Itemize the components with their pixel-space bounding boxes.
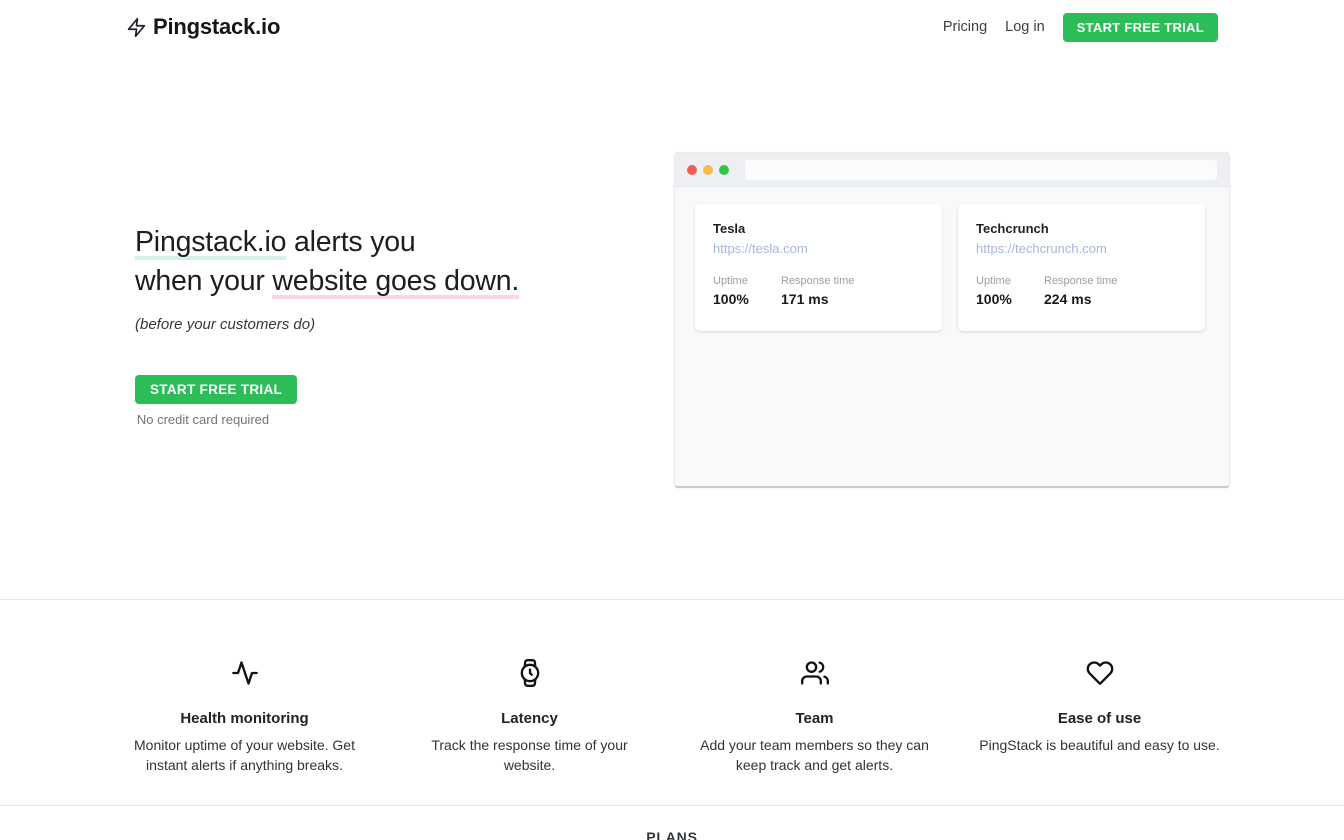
browser-url-bar <box>745 160 1217 180</box>
feature-ease-of-use: Ease of use PingStack is beautiful and e… <box>957 659 1242 775</box>
activity-icon <box>124 659 365 692</box>
monitor-name: Techcrunch <box>976 221 1187 236</box>
response-time-stat: Response time 224 ms <box>1044 275 1117 307</box>
response-time-value: 171 ms <box>781 291 854 307</box>
watch-icon <box>409 659 650 692</box>
response-time-value: 224 ms <box>1044 291 1117 307</box>
hero-heading-text-1: alerts you <box>286 226 415 258</box>
window-minimize-dot <box>703 165 713 175</box>
monitor-card-techcrunch: Techcrunch https://techcrunch.com Uptime… <box>958 204 1205 331</box>
monitor-stats: Uptime 100% Response time 171 ms <box>713 275 924 307</box>
feature-title: Latency <box>409 710 650 727</box>
response-time-label: Response time <box>781 275 854 287</box>
feature-description: Add your team members so they can keep t… <box>694 736 935 775</box>
no-credit-card-note: No credit card required <box>135 412 271 427</box>
main-nav: Pricing Log in START FREE TRIAL <box>943 13 1218 42</box>
window-close-dot <box>687 165 697 175</box>
features-section: Health monitoring Monitor uptime of your… <box>102 659 1242 775</box>
monitor-card-tesla: Tesla https://tesla.com Uptime 100% Resp… <box>695 204 942 331</box>
browser-chrome-bar <box>675 153 1229 187</box>
monitor-url: https://techcrunch.com <box>976 241 1187 256</box>
brand-name: Pingstack.io <box>153 14 280 40</box>
response-time-label: Response time <box>1044 275 1117 287</box>
uptime-stat: Uptime 100% <box>976 275 1044 307</box>
section-divider-bottom <box>0 805 1344 806</box>
uptime-label: Uptime <box>713 275 781 287</box>
uptime-value: 100% <box>976 291 1044 307</box>
feature-description: Monitor uptime of your website. Get inst… <box>124 736 365 775</box>
hero-highlight-downtime: website goes down. <box>272 265 519 299</box>
nav-link-login[interactable]: Log in <box>1005 19 1045 35</box>
hero-subtitle: (before your customers do) <box>135 316 615 333</box>
plans-section-label: PLANS <box>0 829 1344 840</box>
window-maximize-dot <box>719 165 729 175</box>
feature-title: Health monitoring <box>124 710 365 727</box>
heart-icon <box>979 659 1220 692</box>
feature-health-monitoring: Health monitoring Monitor uptime of your… <box>102 659 387 775</box>
hero-start-free-trial-button[interactable]: START FREE TRIAL <box>135 375 297 404</box>
zap-icon <box>126 17 147 38</box>
landing-page: Pingstack.io Pricing Log in START FREE T… <box>0 0 1344 840</box>
feature-latency: Latency Track the response time of your … <box>387 659 672 775</box>
hero-heading-text-2: when your <box>135 265 272 297</box>
feature-description: PingStack is beautiful and easy to use. <box>979 736 1220 756</box>
uptime-stat: Uptime 100% <box>713 275 781 307</box>
monitor-stats: Uptime 100% Response time 224 ms <box>976 275 1187 307</box>
uptime-label: Uptime <box>976 275 1044 287</box>
dashboard-preview: Tesla https://tesla.com Uptime 100% Resp… <box>675 187 1229 331</box>
uptime-value: 100% <box>713 291 781 307</box>
feature-team: Team Add your team members so they can k… <box>672 659 957 775</box>
hero-heading: Pingstack.io alerts you when your website… <box>135 223 615 300</box>
nav-start-free-trial-button[interactable]: START FREE TRIAL <box>1063 13 1218 42</box>
users-icon <box>694 659 935 692</box>
monitor-url: https://tesla.com <box>713 241 924 256</box>
brand-logo[interactable]: Pingstack.io <box>126 14 280 40</box>
nav-link-pricing[interactable]: Pricing <box>943 19 987 35</box>
browser-mockup: Tesla https://tesla.com Uptime 100% Resp… <box>674 152 1230 488</box>
feature-title: Ease of use <box>979 710 1220 727</box>
hero-section: Pingstack.io alerts you when your website… <box>135 223 615 427</box>
monitor-name: Tesla <box>713 221 924 236</box>
hero-highlight-brand: Pingstack.io <box>135 226 286 260</box>
section-divider-top <box>0 599 1344 600</box>
header: Pingstack.io Pricing Log in START FREE T… <box>0 0 1344 54</box>
feature-description: Track the response time of your website. <box>409 736 650 775</box>
feature-title: Team <box>694 710 935 727</box>
response-time-stat: Response time 171 ms <box>781 275 854 307</box>
